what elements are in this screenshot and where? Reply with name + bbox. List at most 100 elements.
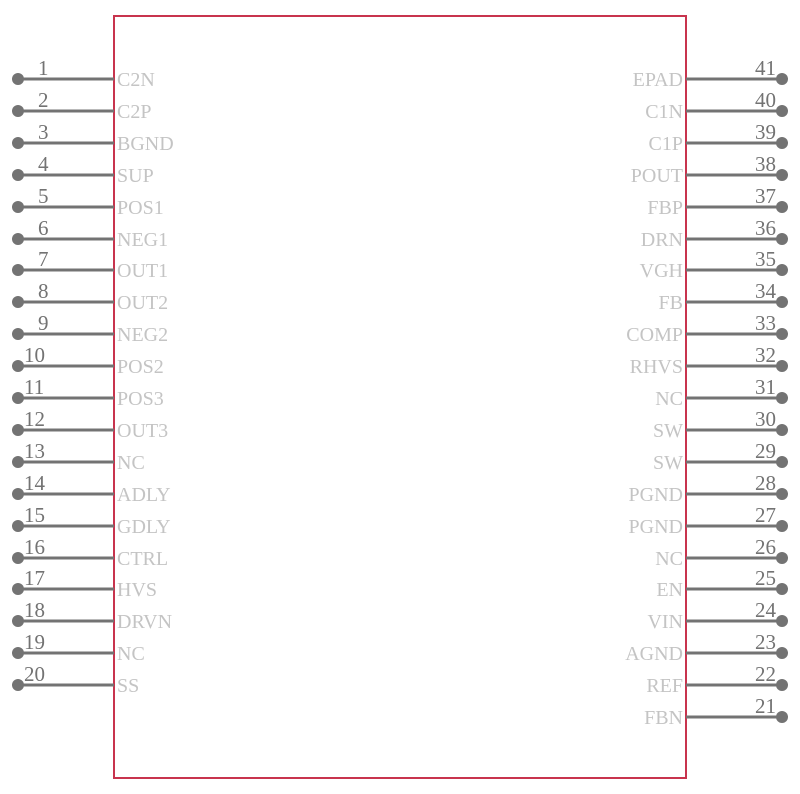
pin-4: 4 SUP xyxy=(12,152,154,187)
pin-endpoint-dot xyxy=(12,424,24,436)
pin-endpoint-dot xyxy=(12,264,24,276)
pin-number: 8 xyxy=(38,279,49,303)
pin-endpoint-dot xyxy=(776,647,788,659)
pin-endpoint-dot xyxy=(776,615,788,627)
pin-29: 29 SW xyxy=(653,439,788,474)
pin-number: 11 xyxy=(24,375,44,399)
pin-number: 37 xyxy=(755,184,776,208)
pin-number: 38 xyxy=(755,152,776,176)
pin-name: C2N xyxy=(117,69,155,91)
pin-number: 41 xyxy=(755,56,776,80)
pin-name: FB xyxy=(659,292,683,314)
pin-name: NC xyxy=(117,452,145,474)
pin-name: REF xyxy=(646,675,683,697)
pin-name: PGND xyxy=(629,484,683,506)
pin-number: 2 xyxy=(38,88,49,112)
pin-21: 21 FBN xyxy=(644,694,788,729)
pin-endpoint-dot xyxy=(12,233,24,245)
component-body xyxy=(113,15,687,779)
pin-name: POS2 xyxy=(117,356,164,378)
pin-name: BGND xyxy=(117,133,174,155)
pin-number: 26 xyxy=(755,535,776,559)
pin-number: 31 xyxy=(755,375,776,399)
pin-18: 18 DRVN xyxy=(12,598,172,633)
pin-number: 20 xyxy=(24,662,45,686)
pin-number: 24 xyxy=(755,598,777,622)
pin-30: 30 SW xyxy=(653,407,788,442)
pin-number: 1 xyxy=(38,56,49,80)
pin-endpoint-dot xyxy=(12,552,24,564)
pin-name: SS xyxy=(117,675,139,697)
pin-number: 36 xyxy=(755,216,776,240)
pin-endpoint-dot xyxy=(12,647,24,659)
pin-name: C2P xyxy=(117,101,151,123)
pin-12: 12 OUT3 xyxy=(12,407,168,442)
pin-endpoint-dot xyxy=(776,488,788,500)
pin-endpoint-dot xyxy=(776,73,788,85)
pin-endpoint-dot xyxy=(776,679,788,691)
pin-name: POS1 xyxy=(117,197,164,219)
pin-number: 3 xyxy=(38,120,49,144)
right-pin-group: 41 EPAD 40 C1N 39 C1P 38 POUT 37 FBP 36 DRN 35 VGH 34 F… xyxy=(625,56,788,729)
pin-5: 5 POS1 xyxy=(12,184,164,219)
pin-name: OUT3 xyxy=(117,420,168,442)
pin-endpoint-dot xyxy=(776,552,788,564)
pin-8: 8 OUT2 xyxy=(12,279,168,314)
pin-name: VGH xyxy=(640,260,683,282)
pin-number: 23 xyxy=(755,630,776,654)
pin-endpoint-dot xyxy=(12,328,24,340)
pin-number: 19 xyxy=(24,630,45,654)
pin-endpoint-dot xyxy=(12,105,24,117)
pin-number: 27 xyxy=(755,503,776,527)
pin-name: NEG2 xyxy=(117,324,168,346)
pin-number: 22 xyxy=(755,662,776,686)
pin-endpoint-dot xyxy=(776,169,788,181)
pin-2: 2 C2P xyxy=(12,88,151,123)
pin-endpoint-dot xyxy=(776,264,788,276)
pin-37: 37 FBP xyxy=(647,184,788,219)
pin-endpoint-dot xyxy=(12,201,24,213)
pin-number: 21 xyxy=(755,694,776,718)
pin-endpoint-dot xyxy=(776,711,788,723)
pin-7: 7 OUT1 xyxy=(12,247,168,282)
pin-14: 14 ADLY xyxy=(12,471,171,506)
pin-number: 28 xyxy=(755,471,776,495)
pin-name: NC xyxy=(117,643,145,665)
pin-16: 16 CTRL xyxy=(12,535,168,570)
pin-name: FBN xyxy=(644,707,683,729)
pin-endpoint-dot xyxy=(12,679,24,691)
pin-15: 15 GDLY xyxy=(12,503,171,538)
pin-endpoint-dot xyxy=(776,456,788,468)
pin-number: 39 xyxy=(755,120,776,144)
pin-name: DRN xyxy=(641,229,683,251)
left-pin-group: 1 C2N 2 C2P 3 BGND 4 SUP 5 POS1 6 NEG1 7 OUT1 8 OUT2 9 NE… xyxy=(12,56,174,697)
pin-name: FBP xyxy=(647,197,683,219)
schematic-symbol: 1 C2N 2 C2P 3 BGND 4 SUP 5 POS1 6 NEG1 7 OUT1 8 OUT2 9 NE… xyxy=(12,15,788,779)
pin-1: 1 C2N xyxy=(12,56,155,91)
pin-number: 9 xyxy=(38,311,49,335)
pin-name: GDLY xyxy=(117,516,171,538)
pin-number: 16 xyxy=(24,535,45,559)
pin-number: 14 xyxy=(24,471,46,495)
pin-endpoint-dot xyxy=(12,137,24,149)
pin-number: 7 xyxy=(38,247,49,271)
pin-number: 10 xyxy=(24,343,45,367)
pin-32: 32 RHVS xyxy=(630,343,788,378)
pin-22: 22 REF xyxy=(646,662,788,697)
pin-23: 23 AGND xyxy=(625,630,788,665)
pin-name: PGND xyxy=(629,516,683,538)
pin-name: SUP xyxy=(117,165,154,187)
pin-endpoint-dot xyxy=(776,201,788,213)
pin-number: 34 xyxy=(755,279,777,303)
pin-endpoint-dot xyxy=(776,424,788,436)
pin-endpoint-dot xyxy=(12,296,24,308)
pin-9: 9 NEG2 xyxy=(12,311,168,346)
pin-3: 3 BGND xyxy=(12,120,174,155)
pin-name: AGND xyxy=(625,643,683,665)
pin-endpoint-dot xyxy=(776,392,788,404)
pin-38: 38 POUT xyxy=(631,152,788,187)
pin-25: 25 EN xyxy=(656,566,788,601)
pin-number: 33 xyxy=(755,311,776,335)
pin-41: 41 EPAD xyxy=(633,56,788,91)
pin-6: 6 NEG1 xyxy=(12,216,168,251)
